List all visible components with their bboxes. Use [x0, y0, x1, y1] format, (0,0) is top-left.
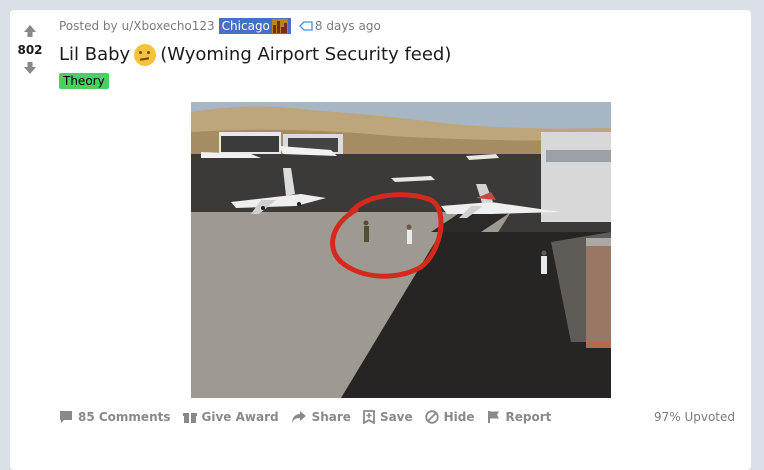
skyline-icon	[271, 19, 288, 33]
vote-column: 802	[10, 10, 50, 77]
gift-icon	[182, 413, 197, 423]
post-time[interactable]: 8 days ago	[315, 19, 381, 33]
upvote-ratio: 97% Upvoted	[653, 410, 735, 424]
comments-label: 85 Comments	[78, 410, 171, 424]
share-button[interactable]: Share	[291, 410, 351, 424]
report-button[interactable]: Report	[487, 410, 552, 424]
tag-icon	[298, 21, 313, 31]
hide-icon	[424, 410, 439, 424]
posted-by-label: Posted by	[59, 19, 118, 33]
hide-button[interactable]: Hide	[424, 410, 475, 424]
give-award-button[interactable]: Give Award	[182, 410, 279, 424]
comments-button[interactable]: 85 Comments	[59, 410, 171, 424]
save-label: Save	[379, 410, 413, 424]
thinking-face-icon	[134, 44, 157, 66]
report-label: Report	[505, 410, 552, 424]
bookmark-icon	[363, 410, 375, 424]
give-award-label: Give Award	[201, 410, 279, 424]
post-content: Posted by u/Xboxecho123 Chicago 8 days a…	[59, 10, 735, 89]
vote-score: 802	[17, 43, 43, 57]
save-button[interactable]: Save	[363, 410, 413, 424]
hide-label: Hide	[443, 410, 475, 424]
share-arrow-icon	[291, 411, 306, 423]
post-title-part2: (Wyoming Airport Security feed)	[160, 44, 452, 65]
post-actions: 85 Comments Give Award Share Save Hide R…	[59, 406, 735, 428]
post-title-part1: Lil Baby	[59, 44, 131, 65]
author-link[interactable]: u/Xboxecho123	[122, 19, 215, 33]
post-flair[interactable]: Theory	[59, 73, 109, 89]
downvote-arrow-icon[interactable]	[20, 59, 40, 77]
post-title[interactable]: Lil Baby (Wyoming Airport Security feed)	[59, 43, 735, 67]
post-image[interactable]	[191, 102, 611, 398]
share-label: Share	[311, 410, 351, 424]
upvote-arrow-icon[interactable]	[20, 22, 40, 40]
user-flair-label: Chicago	[221, 19, 270, 33]
post-meta: Posted by u/Xboxecho123 Chicago 8 days a…	[59, 18, 735, 34]
comment-icon	[60, 411, 72, 423]
flag-icon	[487, 411, 499, 423]
user-flair: Chicago	[218, 18, 291, 34]
airport-security-feed-image	[191, 102, 611, 398]
post-card[interactable]: 802 Posted by u/Xboxecho123 Chicago 8 da…	[10, 10, 751, 470]
